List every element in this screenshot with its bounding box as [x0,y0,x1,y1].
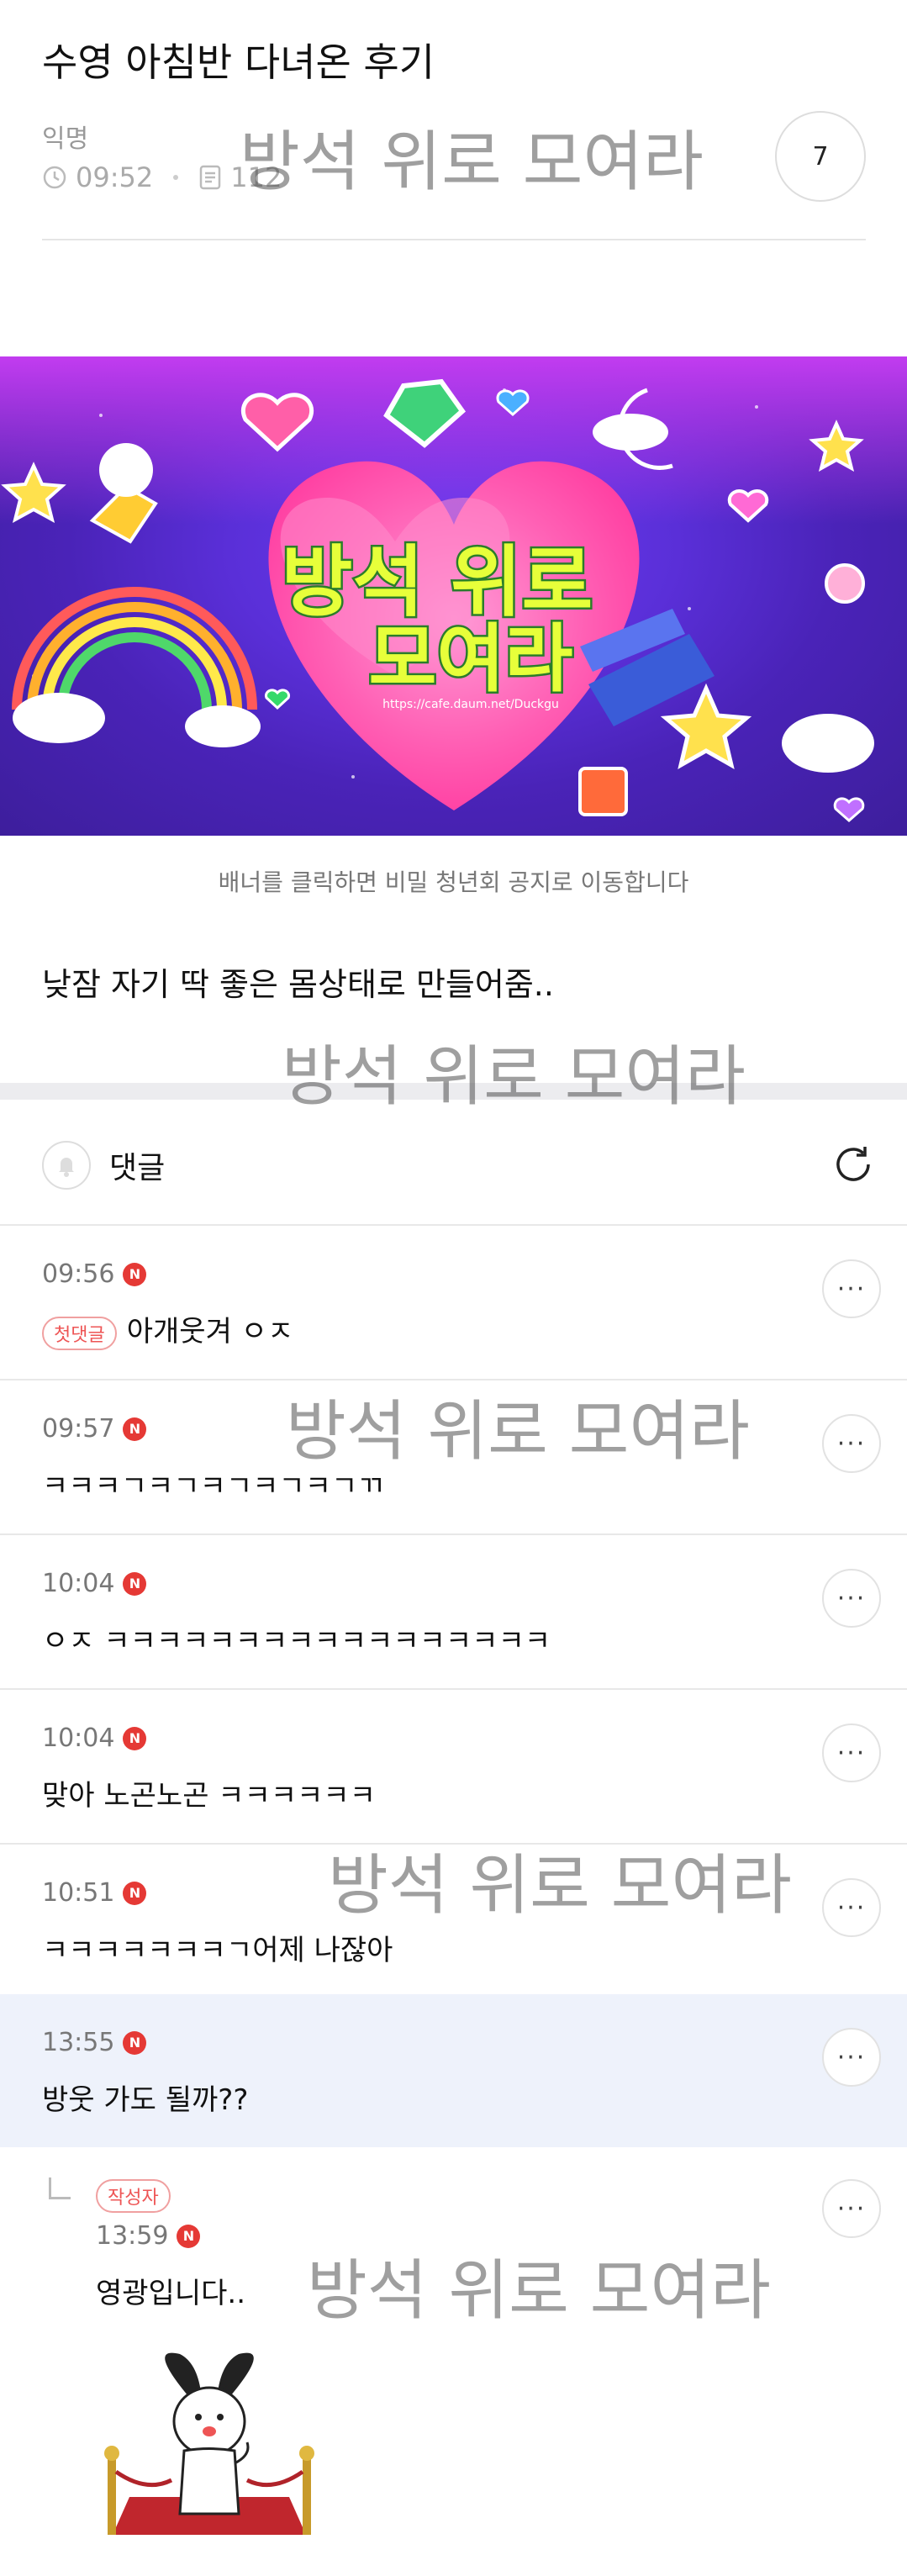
comment-count-badge[interactable]: 7 [775,111,866,202]
more-options-button[interactable]: ··· [822,2028,881,2087]
comment-text-row: 첫댓글 아개웃겨 ㅇㅈ [42,1308,293,1350]
author-badge: 작성자 [96,2179,171,2213]
comment-item: 09:56 N 첫댓글 아개웃겨 ㅇㅈ ··· [0,1226,907,1379]
comment-time: 09:56 [42,1259,115,1289]
comment-time: 09:57 [42,1414,115,1444]
watermark-text: 방석 위로 모여라 [328,1848,792,1924]
watermark-text: 방석 위로 모여라 [286,1394,750,1470]
refresh-icon[interactable] [829,1140,878,1189]
unicorn-icon-right [782,714,874,773]
cube-icon [578,767,628,816]
more-options-button[interactable]: ··· [822,1569,881,1628]
notification-bell-button[interactable] [42,1141,91,1190]
comment-time: 10:04 [42,1723,115,1753]
star-icon-right [809,420,864,472]
diamond-icon [383,378,467,448]
more-options-button[interactable]: ··· [822,1878,881,1937]
banner-caption[interactable]: 배너를 클릭하면 비밀 청년회 공지로 이동합니다 [0,864,907,898]
more-options-button[interactable]: ··· [822,2179,881,2238]
comment-meta: 10:04 N [42,1723,147,1753]
reply-time: 13:59 [96,2221,169,2251]
comment-text: ㅇㅈ ㅋㅋㅋㅋㅋㅋㅋㅋㅋㅋㅋㅋㅋㅋㅋㅋㅋ [42,1624,551,1658]
big-star-icon [660,683,752,769]
more-options-button[interactable]: ··· [822,1414,881,1473]
unicorn-icon [99,443,153,497]
banner-line1: 방석 위로 [282,537,593,627]
cupcake-icon [825,563,865,604]
new-badge: N [177,2224,201,2248]
comment-meta: 09:56 N [42,1259,147,1289]
comment-time: 10:51 [42,1878,115,1908]
comment-time: 10:04 [42,1569,115,1598]
comment-item: 10:04 N ㅇㅈ ㅋㅋㅋㅋㅋㅋㅋㅋㅋㅋㅋㅋㅋㅋㅋㅋㅋ ··· [0,1535,907,1688]
comment-text: 맞아 노곤노곤 ㅋㅋㅋㅋㅋㅋ [42,1779,376,1813]
comment-item-highlighted: 13:55 N 방웃 가도 될까?? ··· [0,1994,907,2147]
heart-icon-right [727,489,769,523]
new-badge: N [123,1881,147,1905]
star-icon [1,462,66,523]
more-options-button[interactable]: ··· [822,1723,881,1782]
more-options-button[interactable]: ··· [822,1259,881,1318]
post-title: 수영 아침반 다녀온 후기 [42,40,435,85]
comments-header: 댓글 [42,1140,165,1190]
comment-text: 방웃 가도 될까?? [42,2083,249,2117]
watermark-text: 방석 위로 모여라 [307,2253,771,2329]
comment-text: 아개웃겨 ㅇㅈ [126,1315,294,1349]
rabbit-sticker-image [104,2352,314,2535]
new-badge: N [123,1726,147,1750]
banner-line2: 모여라 [369,615,573,702]
comment-meta: 10:04 N [42,1569,147,1598]
new-badge: N [123,1262,147,1286]
comment-meta: 13:55 N [42,2028,147,2057]
comments-title: 댓글 [109,1151,166,1185]
comment-meta: 10:51 N [42,1878,147,1908]
banner-url: https://cafe.daum.net/Duckgu [382,698,559,711]
document-icon [199,165,221,190]
comment-item: 10:04 N 맞아 노곤노곤 ㅋㅋㅋㅋㅋㅋ ··· [0,1690,907,1843]
new-badge: N [123,1571,147,1596]
comment-text: ㅋㅋㅋㅋㅋㅋㅋㄱ어제 나잖아 [42,1934,393,1967]
banner-illustration: 방석 위로 모여라 https://cafe.daum.net/Duckgu [1,378,874,822]
heart-icon [241,393,314,452]
reply-meta: 13:59 N [96,2221,201,2251]
new-badge: N [123,2030,147,2055]
bell-icon [59,1158,74,1177]
post-body: 낮잠 자기 딱 좋은 몸상태로 만들어줌.. [42,966,554,1003]
meta-separator [173,175,179,180]
watermark-text: 방석 위로 모여라 [240,124,704,200]
reply-indicator-icon [49,2177,71,2199]
comment-time: 13:55 [42,2028,115,2057]
reply-author-badge-wrap: 작성자 [96,2179,181,2213]
post-time: 09:52 [76,161,154,193]
clock-icon [43,166,66,189]
post-author: 익명 [42,124,89,154]
comment-meta: 09:57 N [42,1414,147,1444]
header-divider [42,239,866,240]
watermark-text: 방석 위로 모여라 [282,1039,746,1115]
first-comment-badge: 첫댓글 [42,1316,117,1350]
promo-banner[interactable]: 방석 위로 모여라 https://cafe.daum.net/Duckgu [0,356,907,836]
small-heart-icon [496,389,530,417]
reply-text: 영광입니다.. [96,2277,246,2310]
new-badge: N [123,1417,147,1441]
